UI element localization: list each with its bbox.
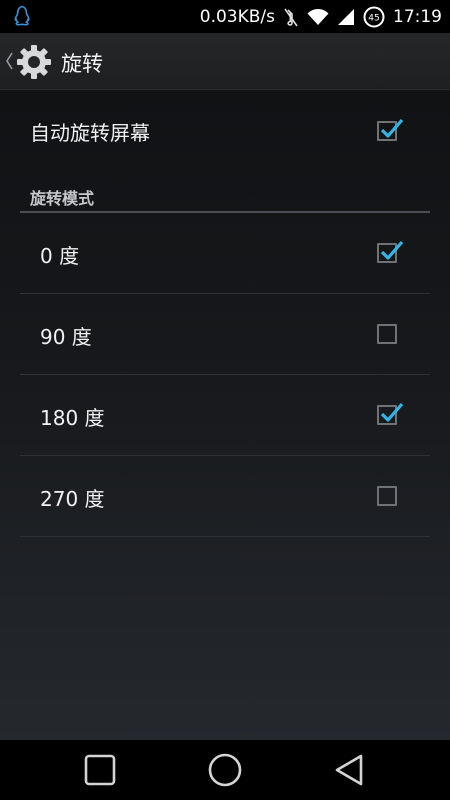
battery-icon: 45 — [363, 6, 385, 27]
list-item-rotation-180[interactable]: 180 度 — [20, 375, 430, 455]
option-label: 90 度 — [40, 325, 92, 349]
navigation-bar — [0, 740, 450, 800]
auto-rotate-checkbox[interactable] — [377, 118, 404, 141]
auto-rotate-row[interactable]: 自动旋转屏幕 — [20, 90, 430, 170]
up-caret-icon[interactable] — [4, 50, 14, 72]
list-item-rotation-0[interactable]: 0 度 — [20, 213, 430, 293]
option-label: 180 度 — [40, 406, 105, 430]
list-item-rotation-90[interactable]: 90 度 — [20, 294, 430, 374]
signal-icon — [338, 8, 354, 25]
divider — [20, 536, 430, 537]
checkmark-icon — [380, 402, 404, 422]
checkmark-icon — [380, 118, 404, 138]
category-title: 旋转模式 — [30, 189, 95, 208]
status-bar: 0.03KB/s 45 17:19 — [0, 0, 450, 33]
home-icon[interactable] — [207, 752, 243, 788]
recents-icon[interactable] — [82, 752, 118, 788]
qq-penguin-icon — [14, 5, 30, 26]
option-checkbox[interactable] — [377, 486, 397, 506]
list-item-rotation-270[interactable]: 270 度 — [20, 456, 430, 536]
option-label: 270 度 — [40, 487, 105, 511]
preference-list: 自动旋转屏幕 旋转模式 0 度 90 度 180 度 270 度 — [0, 90, 450, 740]
settings-gear-icon[interactable] — [14, 42, 54, 82]
checkmark-icon — [380, 240, 404, 260]
option-checkbox[interactable] — [377, 402, 404, 425]
back-icon[interactable] — [332, 752, 368, 788]
page-title: 旋转 — [61, 52, 103, 76]
option-checkbox[interactable] — [377, 324, 397, 344]
action-bar: 旋转 — [0, 33, 450, 90]
wifi-icon — [307, 8, 329, 25]
category-header: 旋转模式 — [20, 183, 430, 213]
mute-icon — [284, 8, 298, 26]
option-label: 0 度 — [40, 244, 80, 268]
battery-level: 45 — [368, 13, 379, 23]
auto-rotate-label: 自动旋转屏幕 — [30, 121, 150, 145]
option-checkbox[interactable] — [377, 240, 404, 263]
network-speed: 0.03KB/s — [199, 6, 275, 27]
clock: 17:19 — [393, 6, 442, 27]
